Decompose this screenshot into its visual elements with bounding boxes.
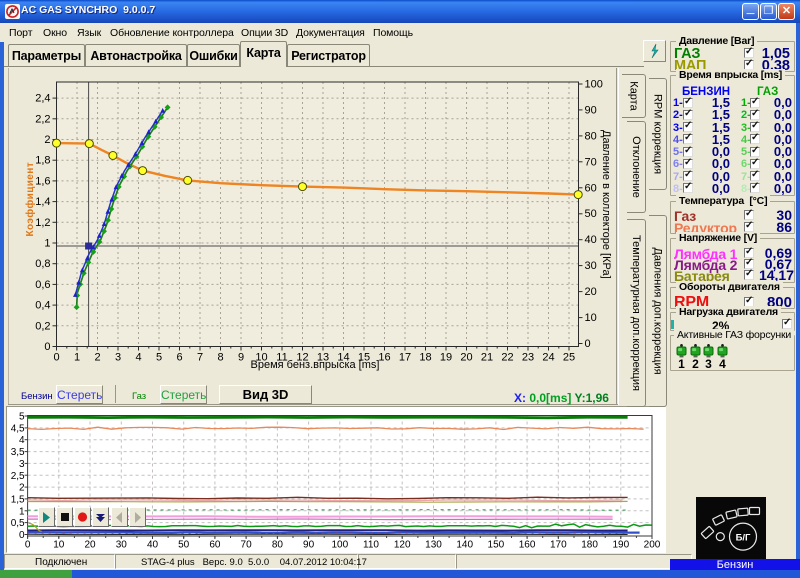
svg-text:3,5: 3,5: [11, 447, 25, 458]
svg-text:2,5: 2,5: [11, 471, 25, 482]
svg-text:130: 130: [425, 540, 442, 551]
svg-text:50: 50: [178, 540, 190, 551]
svg-text:19: 19: [440, 352, 452, 364]
svg-text:16: 16: [378, 352, 390, 364]
svg-text:1,5: 1,5: [11, 494, 25, 505]
svg-text:1,4: 1,4: [35, 196, 50, 208]
svg-text:30: 30: [585, 260, 597, 272]
svg-text:170: 170: [550, 540, 567, 551]
svg-text:4: 4: [135, 352, 141, 364]
svg-text:5: 5: [156, 352, 162, 364]
svg-text:190: 190: [612, 540, 629, 551]
svg-text:5: 5: [19, 412, 25, 423]
svg-text:Время бенз.впрыска [ms]: Время бенз.впрыска [ms]: [251, 359, 380, 371]
svg-text:40: 40: [585, 234, 597, 246]
svg-text:2,4: 2,4: [35, 93, 50, 105]
svg-text:30: 30: [116, 540, 128, 551]
svg-text:20: 20: [585, 286, 597, 298]
svg-text:140: 140: [456, 540, 473, 551]
svg-text:2,2: 2,2: [35, 113, 50, 125]
svg-text:2: 2: [94, 352, 100, 364]
svg-text:60: 60: [585, 182, 597, 194]
svg-text:0,5: 0,5: [11, 518, 25, 529]
svg-text:1: 1: [44, 238, 50, 250]
svg-text:2: 2: [44, 134, 50, 146]
svg-text:8: 8: [217, 352, 223, 364]
svg-text:0: 0: [44, 341, 50, 353]
svg-text:17: 17: [399, 352, 411, 364]
svg-text:0,2: 0,2: [35, 320, 50, 332]
svg-text:1,6: 1,6: [35, 175, 50, 187]
svg-text:0,6: 0,6: [35, 279, 50, 291]
svg-text:0: 0: [585, 338, 591, 350]
svg-text:1: 1: [19, 506, 25, 517]
svg-text:24: 24: [542, 352, 554, 364]
svg-text:20: 20: [84, 540, 96, 551]
svg-text:6: 6: [176, 352, 182, 364]
svg-text:150: 150: [488, 540, 505, 551]
svg-text:1: 1: [74, 352, 80, 364]
svg-text:110: 110: [363, 540, 379, 551]
svg-text:4: 4: [19, 435, 25, 446]
svg-text:40: 40: [147, 540, 159, 551]
svg-text:200: 200: [644, 540, 661, 551]
svg-text:18: 18: [419, 352, 431, 364]
svg-text:90: 90: [585, 104, 597, 116]
svg-text:3: 3: [115, 352, 121, 364]
svg-text:90: 90: [303, 540, 315, 551]
svg-text:7: 7: [197, 352, 203, 364]
svg-text:21: 21: [481, 352, 493, 364]
svg-text:180: 180: [581, 540, 598, 551]
svg-text:25: 25: [563, 352, 575, 364]
svg-text:0,4: 0,4: [35, 300, 50, 312]
svg-text:10: 10: [53, 540, 65, 551]
svg-text:1,2: 1,2: [35, 217, 50, 229]
svg-text:100: 100: [331, 540, 348, 551]
svg-text:2: 2: [19, 483, 25, 494]
svg-text:20: 20: [460, 352, 472, 364]
svg-text:9: 9: [238, 352, 244, 364]
svg-text:1,8: 1,8: [35, 155, 50, 167]
svg-text:100: 100: [585, 79, 603, 91]
svg-text:60: 60: [209, 540, 221, 551]
svg-text:80: 80: [585, 130, 597, 142]
svg-text:0: 0: [25, 540, 31, 551]
svg-text:4,5: 4,5: [11, 423, 25, 434]
svg-text:10: 10: [585, 312, 597, 324]
svg-text:0: 0: [53, 352, 59, 364]
svg-text:Б/Г: Б/Г: [736, 533, 751, 544]
svg-text:120: 120: [394, 540, 411, 551]
svg-text:22: 22: [501, 352, 513, 364]
svg-text:23: 23: [522, 352, 534, 364]
svg-text:50: 50: [585, 208, 597, 220]
svg-text:160: 160: [519, 540, 536, 551]
svg-text:80: 80: [272, 540, 284, 551]
svg-text:70: 70: [585, 156, 597, 168]
svg-text:0,8: 0,8: [35, 258, 50, 270]
svg-text:70: 70: [241, 540, 253, 551]
svg-text:3: 3: [19, 459, 25, 470]
